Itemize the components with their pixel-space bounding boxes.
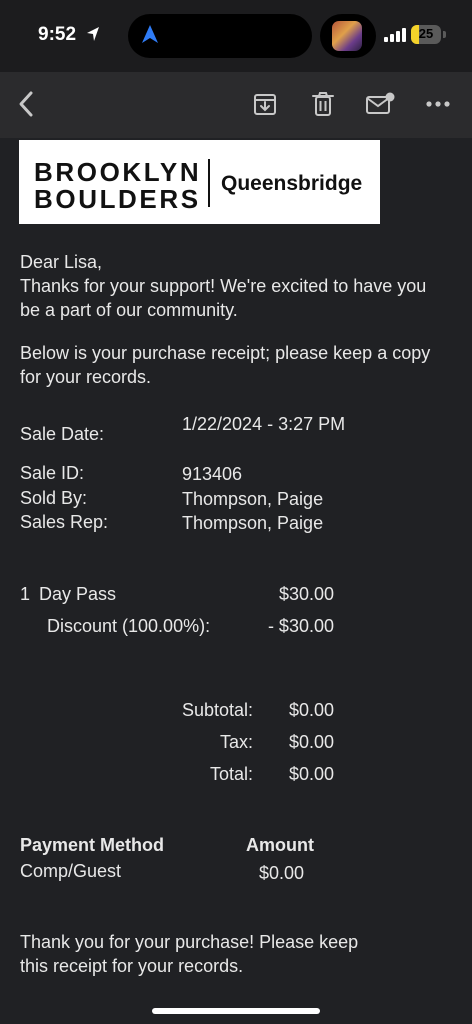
navigation-icon	[142, 25, 158, 43]
payment-amount-value: $0.00	[259, 863, 305, 883]
discount-amount: - $30.00	[267, 616, 334, 636]
tax-value: $0.00	[288, 732, 334, 752]
sale-id-label: Sale ID:	[20, 463, 85, 483]
battery-icon: 25	[411, 25, 441, 44]
sale-date-label: Sale Date:	[20, 424, 105, 444]
payment-method-header: Payment Method	[20, 835, 165, 855]
sales-rep-value: Thompson, Paige	[182, 513, 324, 533]
greeting: Dear Lisa,	[20, 252, 103, 272]
logo-line-2: BOULDERS	[34, 184, 201, 214]
envelope-badge-icon	[366, 92, 395, 114]
subtotal-value: $0.00	[288, 700, 334, 720]
app-artwork-icon	[332, 21, 362, 51]
sale-id-value: 913406	[182, 464, 243, 484]
sold-by-label: Sold By:	[20, 488, 88, 508]
archive-icon	[254, 94, 276, 115]
sale-date-value: 1/22/2024 - 3:27 PM	[182, 414, 346, 434]
amount-header: Amount	[246, 835, 314, 855]
subtotal-label: Subtotal:	[181, 700, 253, 720]
home-indicator[interactable]	[152, 1008, 320, 1014]
battery-nub	[443, 31, 446, 38]
receipt-note: Below is your purchase receipt; please k…	[20, 343, 431, 387]
clock: 9:52	[38, 24, 77, 45]
chevron-left-icon	[19, 91, 33, 117]
ellipsis-icon	[426, 101, 450, 107]
battery-percent: 25	[418, 26, 434, 41]
mark-unread-button[interactable]	[364, 88, 396, 120]
status-bar: 9:52 25	[0, 0, 472, 72]
mail-toolbar	[0, 72, 472, 138]
closing-text: Thank you for your purchase! Please keep…	[20, 932, 359, 976]
delete-button[interactable]	[307, 88, 339, 120]
sold-by-value: Thompson, Paige	[182, 489, 324, 509]
line-item-qty: 1	[20, 584, 31, 604]
cellular-signal-icon	[384, 28, 406, 42]
trash-icon	[312, 92, 334, 116]
total-label: Total:	[209, 764, 253, 784]
tax-label: Tax:	[219, 732, 253, 752]
sales-rep-label: Sales Rep:	[20, 512, 109, 532]
archive-button[interactable]	[249, 88, 281, 120]
logo-location: Queensbridge	[221, 172, 363, 195]
intro-text: Thanks for your support! We're excited t…	[20, 276, 427, 320]
total-value: $0.00	[288, 764, 334, 784]
line-item-name: Day Pass	[39, 584, 117, 604]
live-activity-bubble[interactable]	[320, 14, 376, 58]
back-button[interactable]	[10, 88, 42, 120]
brooklyn-boulders-logo: BROOKLYN BOULDERS Queensbridge	[19, 140, 380, 224]
line-item-amount: $30.00	[278, 584, 334, 604]
location-arrow-icon	[87, 27, 99, 41]
payment-method-value: Comp/Guest	[20, 861, 122, 881]
logo-divider	[208, 159, 210, 207]
more-button[interactable]	[422, 88, 454, 120]
discount-label: Discount (100.00%):	[47, 616, 211, 636]
